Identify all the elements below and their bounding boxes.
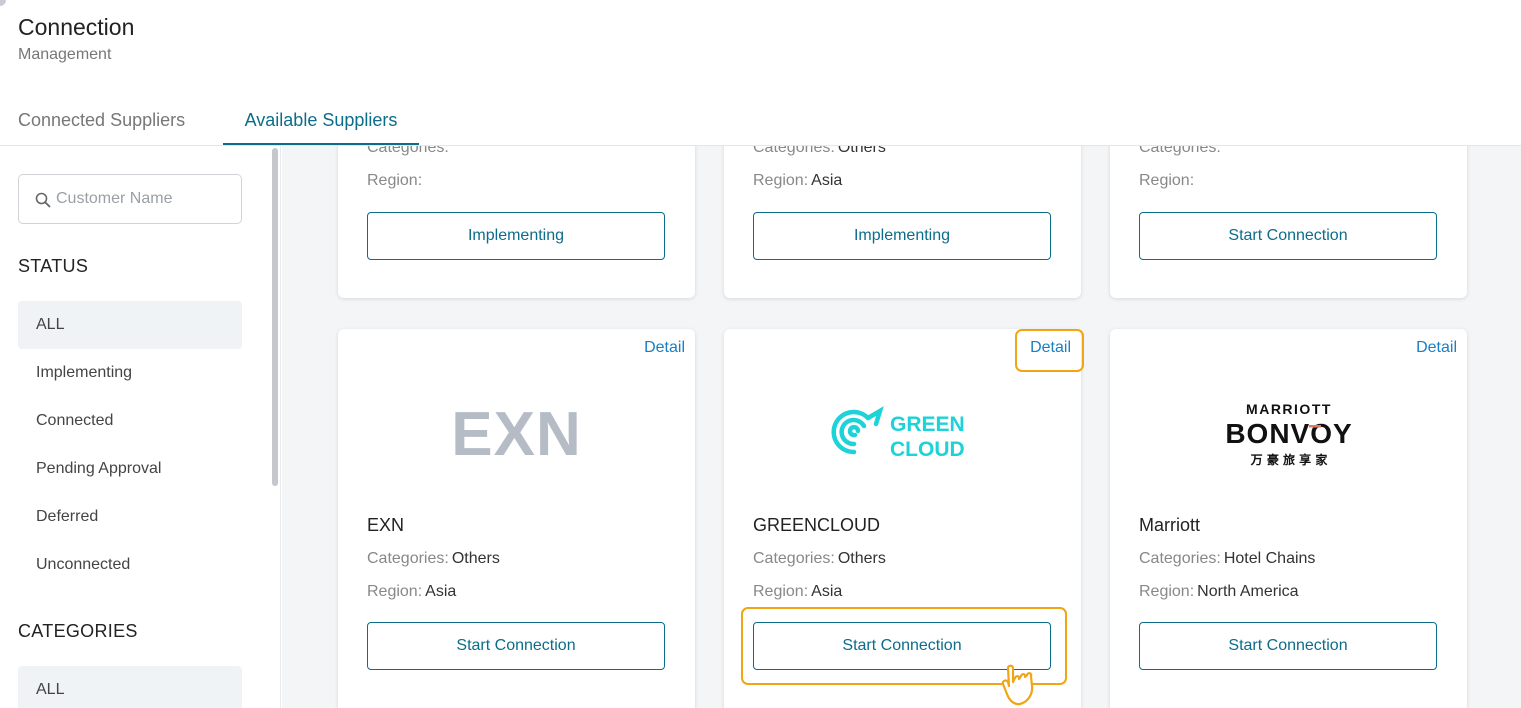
supplier-name: Marriott xyxy=(1139,515,1201,535)
search-input[interactable] xyxy=(56,185,236,213)
card-region: Region: Asia xyxy=(753,583,843,600)
detail-highlight-box xyxy=(1015,329,1084,372)
card-region: Region: xyxy=(367,172,423,189)
detail-link[interactable]: Detail xyxy=(644,339,685,357)
tab-available-suppliers[interactable]: Available Suppliers xyxy=(223,98,419,145)
card-region: Region: xyxy=(1139,172,1195,189)
corner-indicator xyxy=(0,0,6,6)
implementing-button[interactable]: Implementing xyxy=(367,212,665,260)
supplier-logo: MARRIOTT BONVOY 万 豪 旅 享 家 xyxy=(1110,389,1467,479)
tab-connected-suppliers[interactable]: Connected Suppliers xyxy=(18,98,185,145)
card-region: Region: Asia xyxy=(367,583,457,600)
marriott-bonvoy-logo: MARRIOTT BONVOY 万 豪 旅 享 家 xyxy=(1225,401,1352,467)
supplier-card: Categories: Region: Start Connection xyxy=(1110,146,1467,298)
supplier-card: Categories: Region: Implementing xyxy=(338,146,695,298)
start-connection-button[interactable]: Start Connection xyxy=(367,622,665,670)
hand-pointer-icon xyxy=(1001,664,1034,706)
status-filter-pending-approval[interactable]: Pending Approval xyxy=(18,445,242,493)
marriott-logo-line-3: 万 豪 旅 享 家 xyxy=(1249,452,1328,467)
categories-heading: CATEGORIES xyxy=(18,621,138,641)
supplier-card-exn: Detail EXN EXN Categories: Others Region:… xyxy=(338,329,695,708)
card-region: Region: North America xyxy=(1139,583,1299,600)
supplier-card-marriott: Detail MARRIOTT BONVOY 万 豪 旅 享 家 Marriot… xyxy=(1110,329,1467,708)
page-subtitle: Management xyxy=(18,46,112,63)
card-categories: Categories: xyxy=(1139,146,1221,156)
search-box[interactable] xyxy=(18,174,242,224)
supplier-name: GREENCLOUD xyxy=(753,515,881,535)
exn-logo-text: EXN xyxy=(451,399,582,469)
page-title: Connection xyxy=(18,14,135,40)
supplier-logo: EXN xyxy=(338,389,695,479)
marriott-logo-line-2: BONVOY xyxy=(1225,418,1352,449)
card-categories: Categories: Others xyxy=(753,146,886,156)
status-filter-unconnected[interactable]: Unconnected xyxy=(18,541,242,589)
greencloud-logo: GREEN CLOUD xyxy=(830,406,965,461)
page-header: Connection Management xyxy=(18,12,134,64)
filter-sidebar: STATUS ALL Implementing Connected Pendin… xyxy=(0,146,281,708)
status-filter-all[interactable]: ALL xyxy=(18,301,242,349)
status-filter-deferred[interactable]: Deferred xyxy=(18,493,242,541)
card-categories: Categories: Others xyxy=(753,550,886,567)
start-connection-button[interactable]: Start Connection xyxy=(1139,212,1437,260)
supplier-card: Categories: Others Region: Asia Implementi… xyxy=(724,146,1081,298)
detail-link[interactable]: Detail xyxy=(1416,339,1457,357)
greencloud-logo-line-2: CLOUD xyxy=(890,438,965,461)
greencloud-logo-line-1: GREEN xyxy=(890,413,965,436)
card-region: Region: Asia xyxy=(753,172,843,189)
category-filter-all[interactable]: ALL xyxy=(18,666,242,708)
supplier-logo: GREEN CLOUD xyxy=(724,389,1081,479)
supplier-tabs: Connected Suppliers Available Suppliers xyxy=(0,98,1521,146)
supplier-grid: Categories: Region: Implementing Categor… xyxy=(282,146,1521,708)
supplier-name: EXN xyxy=(367,515,405,535)
marriott-logo-line-1: MARRIOTT xyxy=(1246,401,1332,417)
status-filter-connected[interactable]: Connected xyxy=(18,397,242,445)
status-filter-implementing[interactable]: Implementing xyxy=(18,349,242,397)
status-heading: STATUS xyxy=(18,256,89,276)
card-categories: Categories: xyxy=(367,146,449,156)
card-categories: Categories: Others xyxy=(367,550,500,567)
sidebar-scrollbar[interactable] xyxy=(272,148,278,486)
bonvoy-accent-mark xyxy=(1308,425,1321,428)
start-connection-button[interactable]: Start Connection xyxy=(1139,622,1437,670)
search-icon xyxy=(35,192,51,208)
implementing-button[interactable]: Implementing xyxy=(753,212,1051,260)
card-categories: Categories: Hotel Chains xyxy=(1139,550,1316,567)
